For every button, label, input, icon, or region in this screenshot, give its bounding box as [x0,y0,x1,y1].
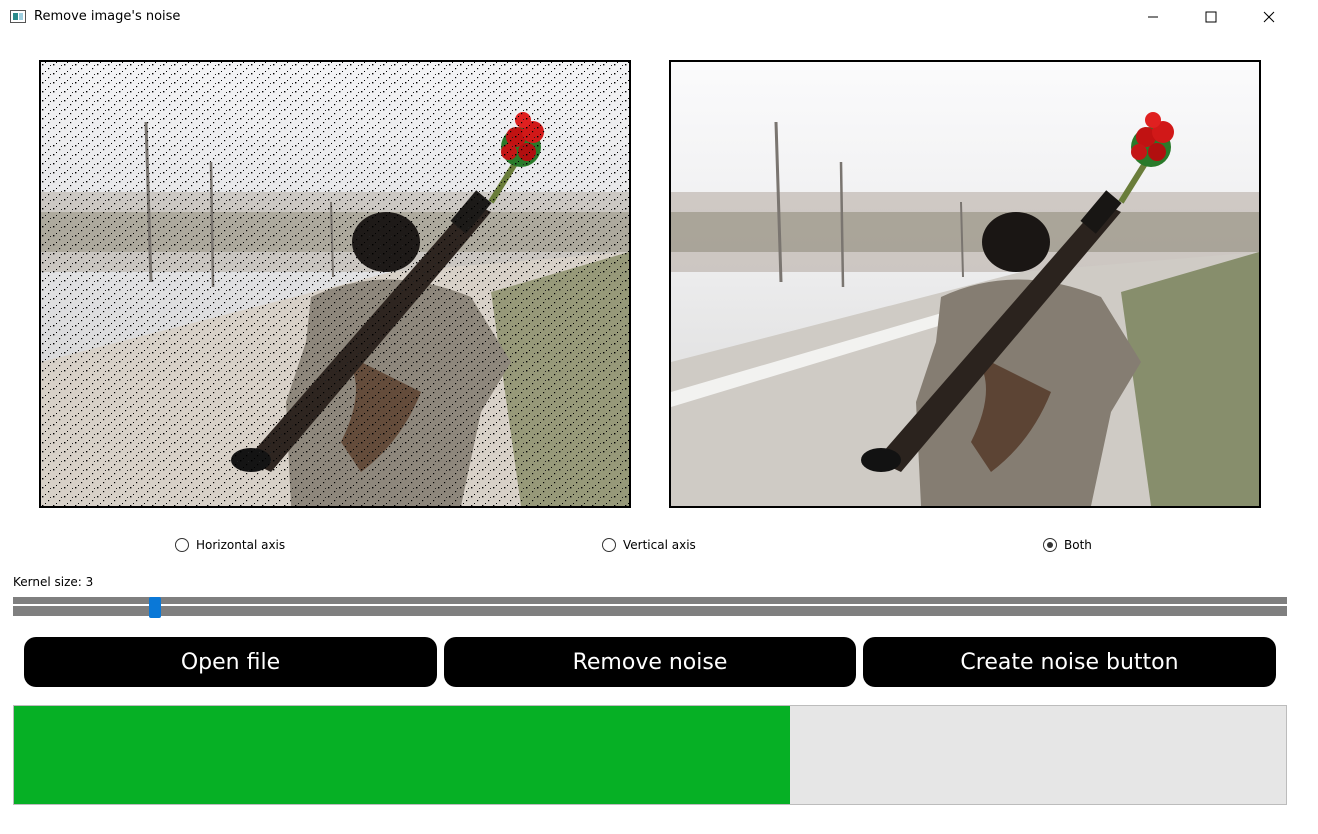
noisy-image-icon [41,62,629,506]
radio-both[interactable]: Both [1043,538,1092,552]
window-title: Remove image's noise [34,9,181,24]
kernel-size-label: Kernel size: 3 [13,575,94,589]
radio-vertical-axis[interactable]: Vertical axis [602,538,696,552]
progress-bar [13,705,1287,805]
app-icon [10,10,26,23]
open-file-button[interactable]: Open file [24,637,437,687]
remove-noise-button[interactable]: Remove noise [444,637,856,687]
close-button[interactable] [1246,0,1292,34]
noisy-image [39,60,631,508]
slider-handle[interactable] [149,597,161,618]
minimize-button[interactable] [1130,0,1176,34]
maximize-icon [1205,11,1217,23]
maximize-button[interactable] [1188,0,1234,34]
denoised-image [669,60,1261,508]
progress-fill [14,706,790,804]
radio-vertical-label: Vertical axis [623,538,696,552]
create-noise-button[interactable]: Create noise button [863,637,1276,687]
kernel-size-slider[interactable] [13,597,1287,619]
minimize-icon [1148,16,1158,18]
radio-horizontal-label: Horizontal axis [196,538,286,552]
denoised-image-icon [671,62,1259,506]
radio-circle[interactable] [175,538,189,552]
radio-circle[interactable] [602,538,616,552]
title-bar: Remove image's noise [0,0,1318,34]
radio-circle-checked[interactable] [1043,538,1057,552]
radio-horizontal-axis[interactable]: Horizontal axis [175,538,285,552]
radio-both-label: Both [1064,538,1092,552]
close-icon [1263,11,1275,23]
